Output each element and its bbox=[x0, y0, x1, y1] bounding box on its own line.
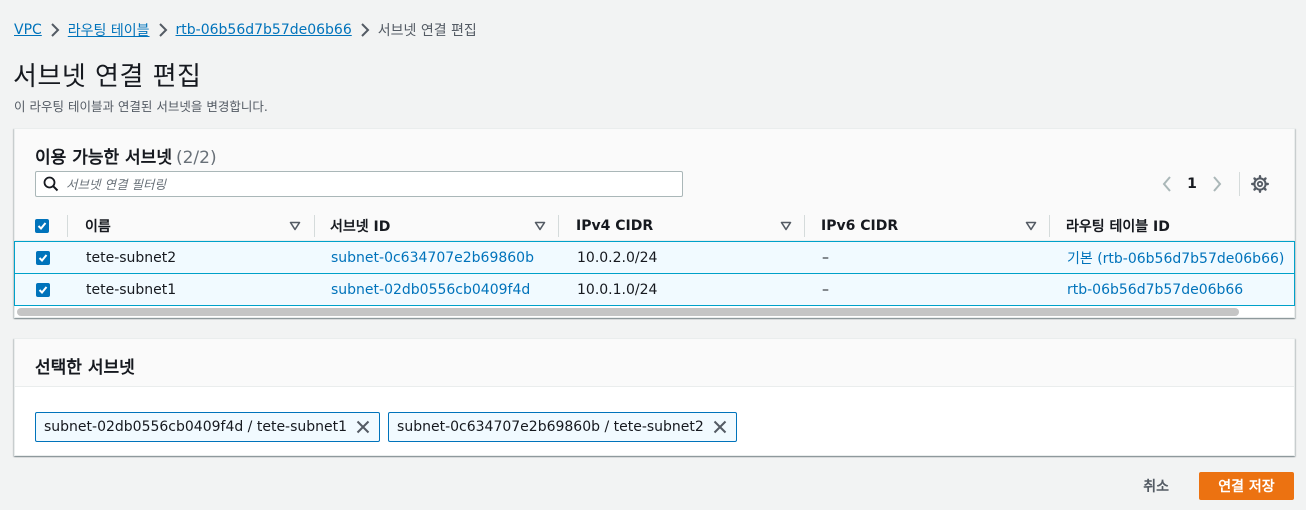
column-header-ipv4-cidr[interactable]: IPv4 CIDR bbox=[576, 211, 796, 241]
close-icon bbox=[356, 420, 370, 434]
subnet-token: subnet-0c634707e2b69860b / tete-subnet2 bbox=[388, 412, 737, 442]
select-all-checkbox[interactable] bbox=[35, 211, 49, 241]
cell-ipv4-cidr: 10.0.1.0/24 bbox=[577, 281, 658, 298]
subnet-token-label: subnet-0c634707e2b69860b / tete-subnet2 bbox=[397, 419, 704, 435]
sort-down-icon bbox=[289, 221, 301, 231]
prev-page-button[interactable] bbox=[1153, 171, 1181, 197]
check-icon bbox=[38, 285, 48, 294]
horizontal-scrollbar[interactable] bbox=[17, 308, 1239, 316]
close-icon bbox=[713, 420, 727, 434]
selected-subnet-tokens: subnet-02db0556cb0409f4d / tete-subnet1 … bbox=[35, 412, 737, 442]
column-header-label: 서브넷 ID bbox=[330, 219, 391, 235]
cell-name: tete-subnet1 bbox=[86, 281, 177, 298]
available-subnets-panel: 이용 가능한 서브넷(2/2) 1 bbox=[14, 128, 1295, 318]
chevron-right-icon bbox=[1213, 176, 1222, 192]
checkbox[interactable] bbox=[35, 219, 49, 233]
selected-subnets-panel: 선택한 서브넷 subnet-02db0556cb0409f4d / tete-… bbox=[14, 338, 1295, 456]
selected-subnets-header: 선택한 서브넷 bbox=[15, 339, 1294, 387]
breadcrumb-route-tables-link[interactable]: 라우팅 테이블 bbox=[68, 20, 150, 40]
column-header-ipv6-cidr[interactable]: IPv6 CIDR bbox=[821, 211, 1041, 241]
sort-down-icon bbox=[780, 221, 792, 231]
column-separator bbox=[558, 215, 559, 237]
available-subnets-header: 이용 가능한 서브넷(2/2) 1 bbox=[15, 129, 1294, 211]
page-title: 서브넷 연결 편집 bbox=[13, 62, 202, 92]
column-separator bbox=[314, 215, 315, 237]
breadcrumb: VPC 라우팅 테이블 rtb-06b56d7b57de06b66 서브넷 연결… bbox=[14, 20, 477, 40]
check-icon bbox=[37, 222, 47, 230]
column-header-label: 이름 bbox=[85, 219, 111, 235]
cell-route-table-link[interactable]: rtb-06b56d7b57de06b66 bbox=[1067, 274, 1243, 305]
column-header-label: IPv4 CIDR bbox=[576, 218, 654, 234]
search-icon bbox=[36, 176, 66, 192]
checkbox[interactable] bbox=[36, 282, 50, 297]
pagination-divider bbox=[1239, 172, 1240, 196]
chevron-right-icon bbox=[42, 22, 68, 38]
gear-icon bbox=[1251, 175, 1269, 193]
subnet-token: subnet-02db0556cb0409f4d / tete-subnet1 bbox=[35, 412, 381, 442]
breadcrumb-vpc-link[interactable]: VPC bbox=[14, 22, 42, 38]
column-header-route-table-id[interactable]: 라우팅 테이블 ID bbox=[1066, 211, 1170, 241]
subnet-filter[interactable] bbox=[35, 171, 683, 197]
checkbox[interactable] bbox=[36, 250, 50, 265]
form-actions: 취소 연결 저장 bbox=[1129, 472, 1294, 500]
subnet-filter-input[interactable] bbox=[66, 176, 682, 192]
cell-subnet-id-link[interactable]: subnet-0c634707e2b69860b bbox=[331, 242, 534, 273]
available-subnets-title-text: 이용 가능한 서브넷 bbox=[35, 148, 172, 168]
table-row[interactable]: tete-subnet2 subnet-0c634707e2b69860b 10… bbox=[14, 241, 1295, 274]
column-separator bbox=[67, 215, 68, 237]
cell-ipv6-cidr: – bbox=[822, 281, 829, 298]
cell-ipv6-cidr: – bbox=[822, 249, 829, 266]
sort-down-icon bbox=[534, 221, 546, 231]
subnet-token-label: subnet-02db0556cb0409f4d / tete-subnet1 bbox=[44, 419, 348, 435]
save-associations-button[interactable]: 연결 저장 bbox=[1199, 472, 1294, 500]
chevron-right-icon bbox=[352, 22, 378, 38]
next-page-button[interactable] bbox=[1203, 171, 1231, 197]
available-subnets-count: (2/2) bbox=[175, 148, 217, 168]
column-header-label: IPv6 CIDR bbox=[821, 218, 899, 234]
column-separator bbox=[804, 215, 805, 237]
breadcrumb-current: 서브넷 연결 편집 bbox=[377, 23, 477, 39]
cell-route-table-link[interactable]: 기본 (rtb-06b56d7b57de06b66) bbox=[1067, 242, 1284, 273]
remove-token-button[interactable] bbox=[355, 419, 371, 435]
column-header-label: 라우팅 테이블 ID bbox=[1066, 219, 1170, 235]
available-subnets-title: 이용 가능한 서브넷 (2/2) bbox=[35, 143, 217, 168]
page-description: 이 라우팅 테이블과 연결된 서브넷을 변경합니다. bbox=[14, 99, 268, 114]
pagination: 1 bbox=[1153, 171, 1274, 197]
cell-ipv4-cidr: 10.0.2.0/24 bbox=[577, 249, 658, 266]
column-header-subnet-id[interactable]: 서브넷 ID bbox=[330, 211, 550, 241]
column-header-name[interactable]: 이름 bbox=[85, 211, 305, 241]
sort-down-icon bbox=[1025, 221, 1037, 231]
cancel-button[interactable]: 취소 bbox=[1129, 472, 1183, 500]
chevron-right-icon bbox=[150, 22, 176, 38]
selected-subnets-title: 선택한 서브넷 bbox=[35, 358, 135, 378]
cell-subnet-id-link[interactable]: subnet-02db0556cb0409f4d bbox=[331, 274, 530, 305]
table-row[interactable]: tete-subnet1 subnet-02db0556cb0409f4d 10… bbox=[14, 273, 1295, 306]
remove-token-button[interactable] bbox=[712, 419, 728, 435]
check-icon bbox=[38, 253, 48, 262]
breadcrumb-route-table-id-link[interactable]: rtb-06b56d7b57de06b66 bbox=[176, 22, 352, 38]
page-number[interactable]: 1 bbox=[1181, 176, 1203, 192]
column-separator bbox=[1049, 215, 1050, 237]
chevron-left-icon bbox=[1162, 176, 1171, 192]
row-checkbox-cell[interactable] bbox=[36, 242, 50, 273]
table-header: 이름 서브넷 ID IPv4 CIDR IPv6 CIDR 라우팅 테이블 ID bbox=[15, 211, 1294, 241]
cell-name: tete-subnet2 bbox=[86, 249, 177, 266]
settings-button[interactable] bbox=[1246, 171, 1274, 197]
row-checkbox-cell[interactable] bbox=[36, 274, 50, 305]
